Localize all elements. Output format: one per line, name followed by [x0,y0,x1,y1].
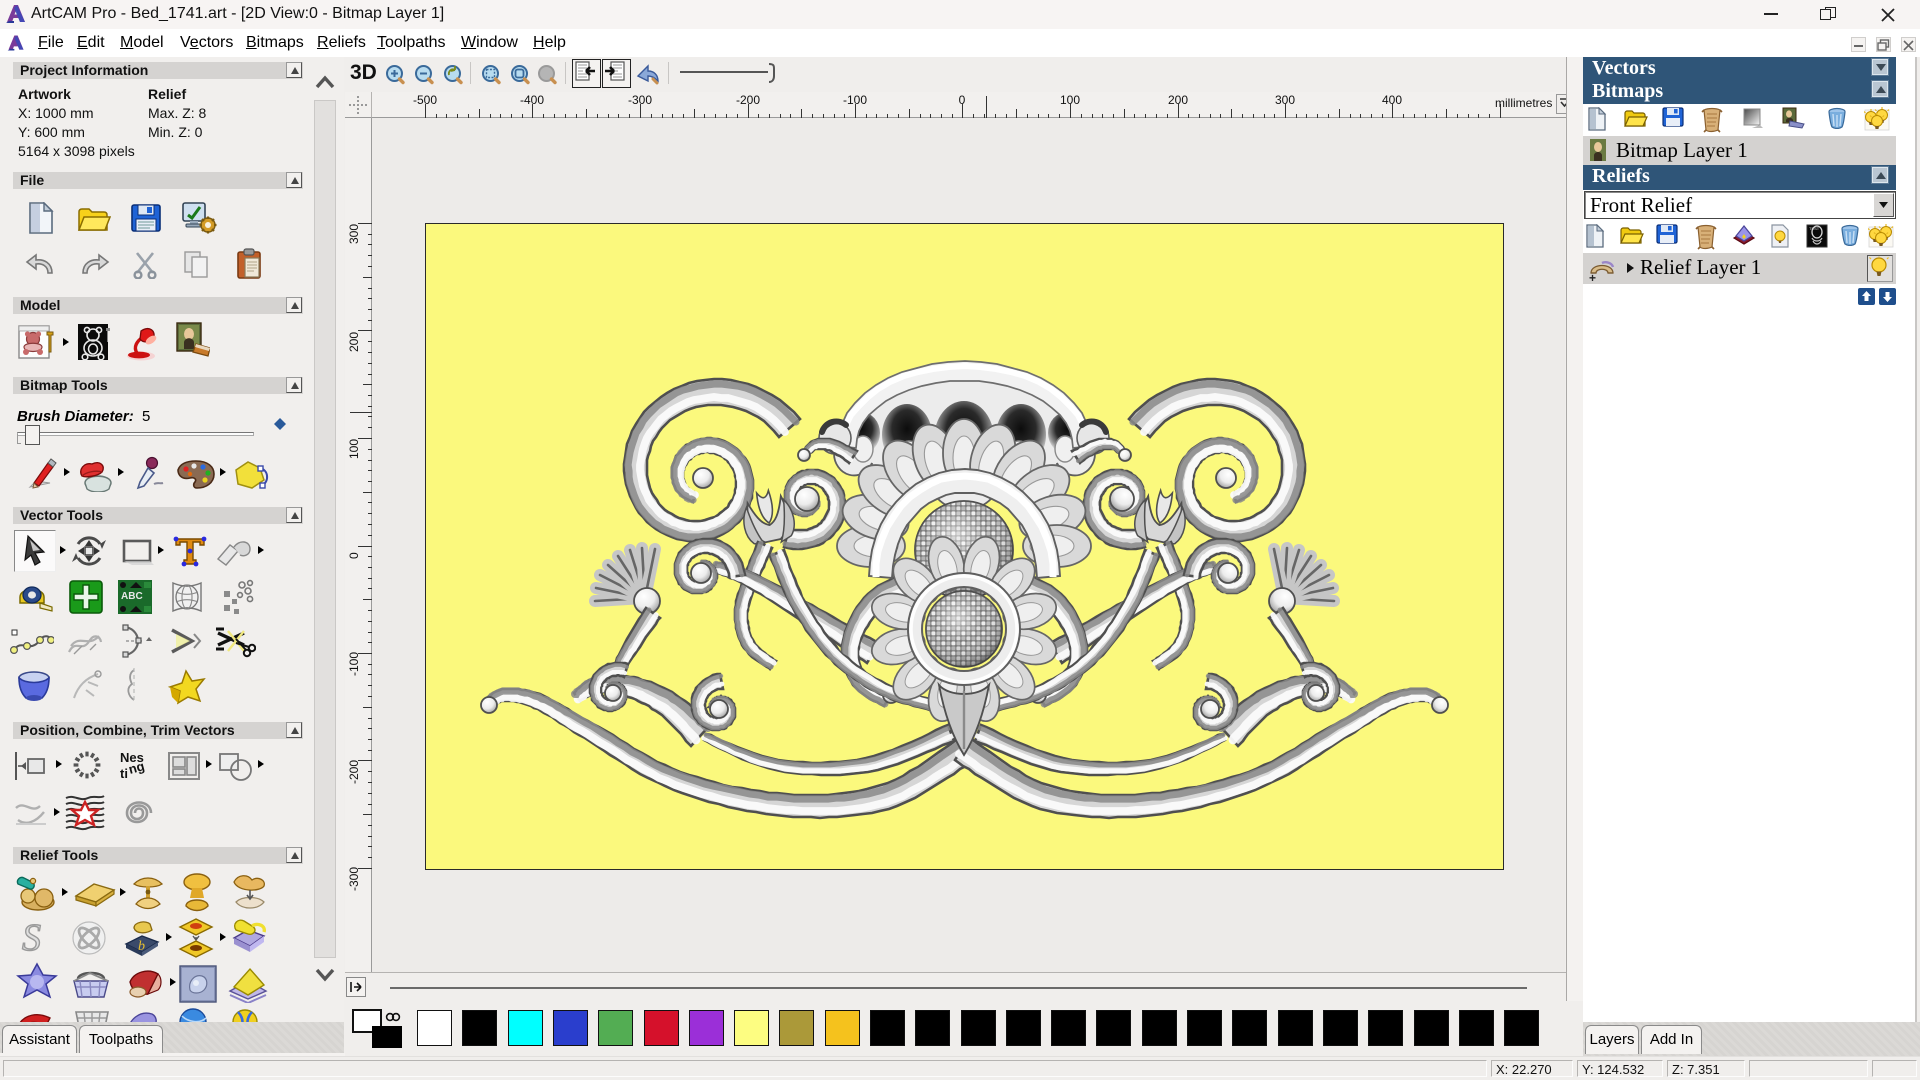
svg-text:ti: ti [120,766,128,781]
svg-text:+: + [1589,271,1596,283]
svg-text:TEST: TEST [1809,226,1820,231]
svg-text:S: S [22,918,41,958]
svg-text:ABC: ABC [121,591,143,602]
svg-text:b: b [138,939,145,954]
